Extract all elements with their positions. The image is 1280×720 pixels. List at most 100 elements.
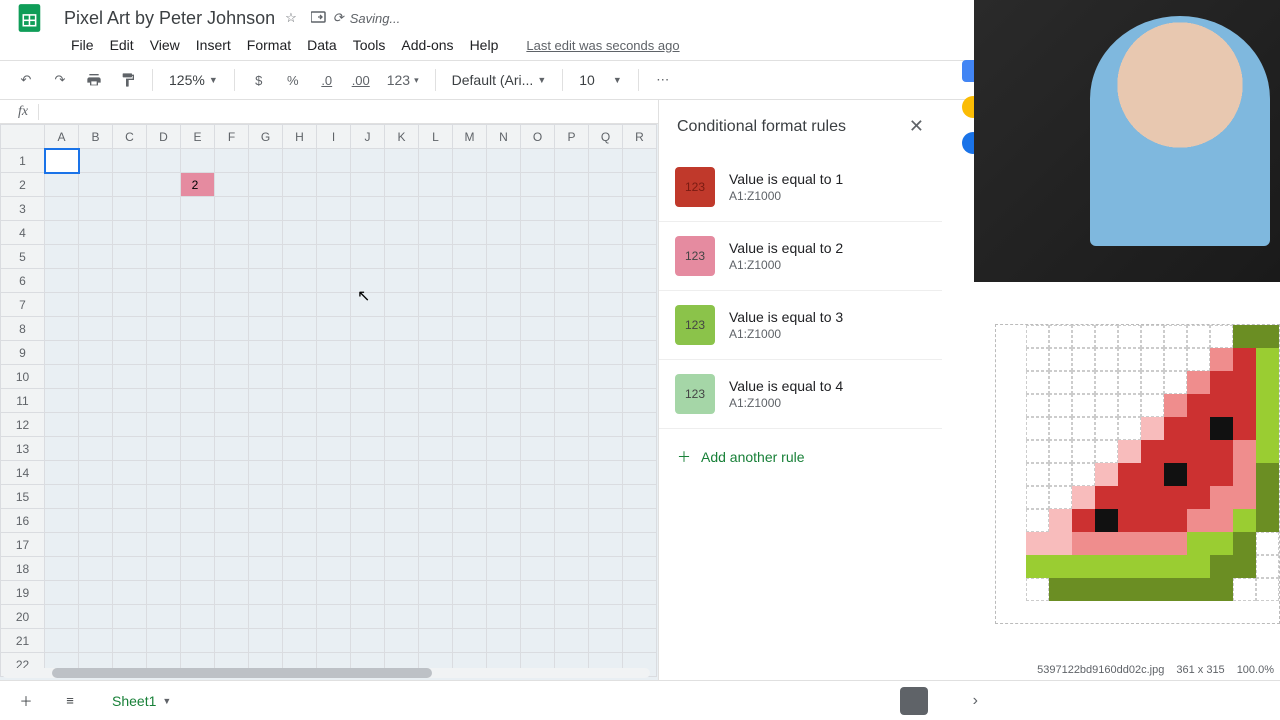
cell-E19[interactable] <box>181 581 215 605</box>
cell-A5[interactable] <box>45 245 79 269</box>
cell-L4[interactable] <box>419 221 453 245</box>
cell-C17[interactable] <box>113 533 147 557</box>
cell-C3[interactable] <box>113 197 147 221</box>
cell-M4[interactable] <box>453 221 487 245</box>
cell-B6[interactable] <box>79 269 113 293</box>
cell-Q12[interactable] <box>589 413 623 437</box>
cell-K13[interactable] <box>385 437 419 461</box>
cell-D3[interactable] <box>147 197 181 221</box>
cell-E3[interactable] <box>181 197 215 221</box>
cell-E21[interactable] <box>181 629 215 653</box>
cell-M17[interactable] <box>453 533 487 557</box>
last-edit[interactable]: Last edit was seconds ago <box>519 34 686 57</box>
cell-O14[interactable] <box>521 461 555 485</box>
formula-input[interactable] <box>39 104 650 119</box>
cell-R6[interactable] <box>623 269 657 293</box>
cell-R10[interactable] <box>623 365 657 389</box>
menu-data[interactable]: Data <box>300 33 344 57</box>
cell-R5[interactable] <box>623 245 657 269</box>
cell-Q20[interactable] <box>589 605 623 629</box>
cell-G8[interactable] <box>249 317 283 341</box>
cell-E17[interactable] <box>181 533 215 557</box>
cell-H8[interactable] <box>283 317 317 341</box>
cell-Q19[interactable] <box>589 581 623 605</box>
cell-Q11[interactable] <box>589 389 623 413</box>
cell-B11[interactable] <box>79 389 113 413</box>
cell-I6[interactable] <box>317 269 351 293</box>
cell-R11[interactable] <box>623 389 657 413</box>
more-tools-button[interactable]: ⋯ <box>649 66 677 94</box>
cell-O9[interactable] <box>521 341 555 365</box>
cell-M9[interactable] <box>453 341 487 365</box>
cell-R13[interactable] <box>623 437 657 461</box>
cell-B9[interactable] <box>79 341 113 365</box>
cell-A13[interactable] <box>45 437 79 461</box>
cell-K14[interactable] <box>385 461 419 485</box>
cell-G18[interactable] <box>249 557 283 581</box>
cell-J19[interactable] <box>351 581 385 605</box>
cell-F8[interactable] <box>215 317 249 341</box>
cell-P20[interactable] <box>555 605 589 629</box>
cell-R21[interactable] <box>623 629 657 653</box>
cell-Q10[interactable] <box>589 365 623 389</box>
cell-D8[interactable] <box>147 317 181 341</box>
cell-R1[interactable] <box>623 149 657 173</box>
cell-D19[interactable] <box>147 581 181 605</box>
cell-D12[interactable] <box>147 413 181 437</box>
cell-B18[interactable] <box>79 557 113 581</box>
cell-H3[interactable] <box>283 197 317 221</box>
move-icon[interactable] <box>311 10 327 27</box>
cell-O20[interactable] <box>521 605 555 629</box>
cell-A21[interactable] <box>45 629 79 653</box>
cell-A11[interactable] <box>45 389 79 413</box>
cell-L7[interactable] <box>419 293 453 317</box>
cell-E7[interactable] <box>181 293 215 317</box>
cell-P10[interactable] <box>555 365 589 389</box>
cell-P7[interactable] <box>555 293 589 317</box>
cell-C8[interactable] <box>113 317 147 341</box>
cell-M11[interactable] <box>453 389 487 413</box>
cell-J13[interactable] <box>351 437 385 461</box>
cell-P6[interactable] <box>555 269 589 293</box>
cell-P14[interactable] <box>555 461 589 485</box>
cell-Q7[interactable] <box>589 293 623 317</box>
zoom-dropdown[interactable]: 125%▼ <box>163 68 224 92</box>
cell-E12[interactable] <box>181 413 215 437</box>
cell-C9[interactable] <box>113 341 147 365</box>
cell-P19[interactable] <box>555 581 589 605</box>
cell-M1[interactable] <box>453 149 487 173</box>
cell-B1[interactable] <box>79 149 113 173</box>
cell-G19[interactable] <box>249 581 283 605</box>
inc-decimal-button[interactable]: .00 <box>347 66 375 94</box>
cell-C6[interactable] <box>113 269 147 293</box>
cell-F16[interactable] <box>215 509 249 533</box>
cell-J11[interactable] <box>351 389 385 413</box>
cell-I20[interactable] <box>317 605 351 629</box>
cell-D9[interactable] <box>147 341 181 365</box>
cell-R3[interactable] <box>623 197 657 221</box>
close-icon[interactable]: ✕ <box>909 116 924 137</box>
cell-M19[interactable] <box>453 581 487 605</box>
cell-E16[interactable] <box>181 509 215 533</box>
cell-D21[interactable] <box>147 629 181 653</box>
cell-G14[interactable] <box>249 461 283 485</box>
cell-K2[interactable] <box>385 173 419 197</box>
cell-P2[interactable] <box>555 173 589 197</box>
cell-H4[interactable] <box>283 221 317 245</box>
cell-O12[interactable] <box>521 413 555 437</box>
cell-I18[interactable] <box>317 557 351 581</box>
cell-L9[interactable] <box>419 341 453 365</box>
cell-N7[interactable] <box>487 293 521 317</box>
cell-Q8[interactable] <box>589 317 623 341</box>
cell-I12[interactable] <box>317 413 351 437</box>
cell-B3[interactable] <box>79 197 113 221</box>
cell-K18[interactable] <box>385 557 419 581</box>
cell-N20[interactable] <box>487 605 521 629</box>
cell-D7[interactable] <box>147 293 181 317</box>
cell-J21[interactable] <box>351 629 385 653</box>
cell-B13[interactable] <box>79 437 113 461</box>
cell-B12[interactable] <box>79 413 113 437</box>
cell-R18[interactable] <box>623 557 657 581</box>
cell-G17[interactable] <box>249 533 283 557</box>
cell-K12[interactable] <box>385 413 419 437</box>
